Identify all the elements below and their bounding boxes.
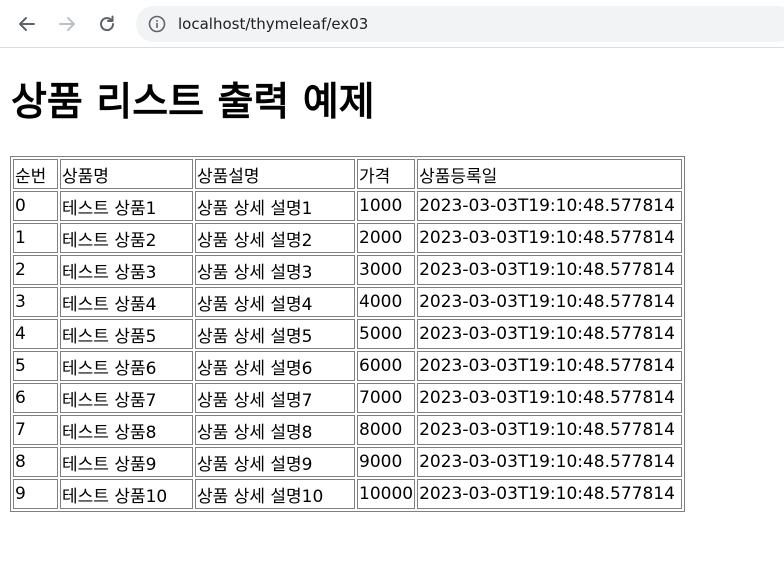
cell-product-name: 테스트 상품4 [60, 287, 193, 317]
cell-index: 1 [13, 223, 58, 253]
reload-button[interactable] [91, 8, 123, 40]
cell-registration-date: 2023-03-03T19:10:48.577814 [417, 223, 683, 253]
cell-index: 2 [13, 255, 58, 285]
cell-index: 7 [13, 415, 58, 445]
cell-product-name: 테스트 상품3 [60, 255, 193, 285]
cell-price: 9000 [357, 447, 416, 477]
cell-product-description: 상품 상세 설명2 [195, 223, 355, 253]
header-product-description: 상품설명 [195, 159, 355, 189]
cell-product-name: 테스트 상품2 [60, 223, 193, 253]
arrow-left-icon [19, 17, 35, 31]
cell-product-name: 테스트 상품9 [60, 447, 193, 477]
product-table: 순번 상품명 상품설명 가격 상품등록일 0 테스트 상품1 상품 상세 설명1 10… [10, 156, 686, 512]
table-body: 0 테스트 상품1 상품 상세 설명1 1000 2023-03-03T19:10:48… [13, 191, 683, 509]
cell-registration-date: 2023-03-03T19:10:48.577814 [417, 255, 683, 285]
header-index: 순번 [13, 159, 58, 189]
cell-product-description: 상품 상세 설명10 [195, 479, 355, 509]
cell-product-description: 상품 상세 설명1 [195, 191, 355, 221]
cell-registration-date: 2023-03-03T19:10:48.577814 [417, 383, 683, 413]
page-title: 상품 리스트 출력 예제 [11, 80, 375, 125]
table-row: 6 테스트 상품7 상품 상세 설명7 7000 2023-03-03T19:10:48… [13, 383, 683, 413]
table-row: 9 테스트 상품10 상품 상세 설명10 10000 2023-03-03T19:10… [13, 479, 683, 509]
cell-index: 5 [13, 351, 58, 381]
cell-index: 4 [13, 319, 58, 349]
header-product-name: 상품명 [60, 159, 193, 189]
table-row: 4 테스트 상품5 상품 상세 설명5 5000 2023-03-03T19:10:48… [13, 319, 683, 349]
cell-registration-date: 2023-03-03T19:10:48.577814 [417, 351, 683, 381]
header-price: 가격 [357, 159, 416, 189]
table-row: 1 테스트 상품2 상품 상세 설명2 2000 2023-03-03T19:10:48… [13, 223, 683, 253]
cell-index: 3 [13, 287, 58, 317]
cell-price: 5000 [357, 319, 416, 349]
cell-product-name: 테스트 상품1 [60, 191, 193, 221]
forward-button[interactable] [51, 8, 83, 40]
cell-price: 10000 [357, 479, 416, 509]
cell-price: 7000 [357, 383, 416, 413]
cell-registration-date: 2023-03-03T19:10:48.577814 [417, 447, 683, 477]
table-row: 7 테스트 상품8 상품 상세 설명8 8000 2023-03-03T19:10:48… [13, 415, 683, 445]
table-row: 3 테스트 상품4 상품 상세 설명4 4000 2023-03-03T19:10:48… [13, 287, 683, 317]
cell-price: 2000 [357, 223, 416, 253]
cell-product-description: 상품 상세 설명3 [195, 255, 355, 285]
cell-product-description: 상품 상세 설명8 [195, 415, 355, 445]
cell-price: 6000 [357, 351, 416, 381]
cell-product-description: 상품 상세 설명6 [195, 351, 355, 381]
address-bar[interactable]: localhost/thymeleaf/ex03 [136, 6, 784, 42]
url-text[interactable]: localhost/thymeleaf/ex03 [178, 14, 368, 34]
cell-index: 0 [13, 191, 58, 221]
table-row: 5 테스트 상품6 상품 상세 설명6 6000 2023-03-03T19:10:48… [13, 351, 683, 381]
arrow-right-icon [59, 17, 75, 31]
cell-product-description: 상품 상세 설명4 [195, 287, 355, 317]
page-content: 상품 리스트 출력 예제 순번 상품명 상품설명 가격 상품등록일 0 테스트 상… [0, 48, 784, 568]
table-row: 2 테스트 상품3 상품 상세 설명3 3000 2023-03-03T19:10:48… [13, 255, 683, 285]
cell-price: 8000 [357, 415, 416, 445]
cell-product-name: 테스트 상품7 [60, 383, 193, 413]
cell-product-name: 테스트 상품10 [60, 479, 193, 509]
cell-product-name: 테스트 상품6 [60, 351, 193, 381]
cell-product-description: 상품 상세 설명9 [195, 447, 355, 477]
header-registration-date: 상품등록일 [417, 159, 683, 189]
cell-price: 3000 [357, 255, 416, 285]
cell-price: 4000 [357, 287, 416, 317]
table-header-row: 순번 상품명 상품설명 가격 상품등록일 [13, 159, 683, 189]
cell-product-name: 테스트 상품8 [60, 415, 193, 445]
cell-registration-date: 2023-03-03T19:10:48.577814 [417, 415, 683, 445]
cell-registration-date: 2023-03-03T19:10:48.577814 [417, 479, 683, 509]
table-row: 0 테스트 상품1 상품 상세 설명1 1000 2023-03-03T19:10:48… [13, 191, 683, 221]
browser-toolbar: localhost/thymeleaf/ex03 [0, 0, 784, 48]
info-icon[interactable] [148, 15, 166, 33]
cell-index: 9 [13, 479, 58, 509]
cell-registration-date: 2023-03-03T19:10:48.577814 [417, 191, 683, 221]
back-button[interactable] [11, 8, 43, 40]
cell-product-description: 상품 상세 설명5 [195, 319, 355, 349]
cell-registration-date: 2023-03-03T19:10:48.577814 [417, 287, 683, 317]
reload-icon [100, 15, 115, 32]
cell-product-name: 테스트 상품5 [60, 319, 193, 349]
cell-price: 1000 [357, 191, 416, 221]
table-row: 8 테스트 상품9 상품 상세 설명9 9000 2023-03-03T19:10:48… [13, 447, 683, 477]
cell-product-description: 상품 상세 설명7 [195, 383, 355, 413]
cell-registration-date: 2023-03-03T19:10:48.577814 [417, 319, 683, 349]
cell-index: 8 [13, 447, 58, 477]
cell-index: 6 [13, 383, 58, 413]
